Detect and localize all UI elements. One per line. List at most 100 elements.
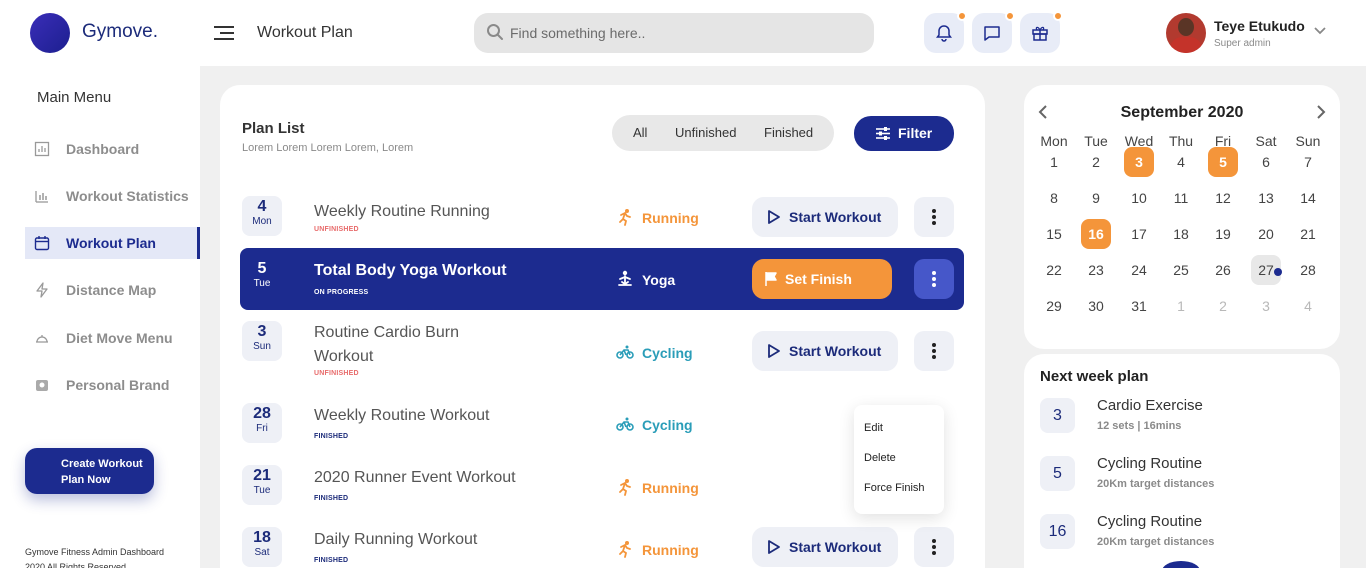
calendar-day[interactable]: 2 <box>1081 147 1111 177</box>
sidebar-item-workout-statistics[interactable]: Workout Statistics <box>25 180 200 212</box>
menu-item-edit[interactable]: Edit <box>864 422 883 434</box>
sidebar-item-diet-move-menu[interactable]: Diet Move Menu <box>25 322 200 354</box>
list-item[interactable]: 5 Cycling Routine 20Km target distances <box>1040 455 1330 496</box>
sidebar-item-label: Workout Plan <box>66 235 156 251</box>
calendar-day[interactable]: 24 <box>1124 255 1154 285</box>
calendar-day[interactable]: 1 <box>1166 291 1196 321</box>
status-badge: FINISHED <box>314 495 349 502</box>
list-item[interactable]: 16 Cycling Routine 20Km target distances <box>1040 513 1330 554</box>
sidebar-item-label: Diet Move Menu <box>66 330 173 346</box>
calendar-day[interactable]: 13 <box>1251 183 1281 213</box>
calendar-day[interactable]: 19 <box>1208 219 1238 249</box>
calendar-day[interactable]: 12 <box>1208 183 1238 213</box>
more-options-button[interactable] <box>914 197 954 237</box>
yoga-icon <box>618 270 632 286</box>
more-options-button[interactable] <box>914 527 954 567</box>
sidebar: Main Menu Dashboard Workout Statistics W… <box>0 66 200 568</box>
calendar-day[interactable]: 4 <box>1166 147 1196 177</box>
calendar-day[interactable]: 3 <box>1251 291 1281 321</box>
notifications-button[interactable] <box>924 11 967 53</box>
running-icon <box>619 479 631 496</box>
next-week-title: Next week plan <box>1040 368 1149 385</box>
calendar-day[interactable]: 17 <box>1124 219 1154 249</box>
menu-item-delete[interactable]: Delete <box>864 452 896 464</box>
table-row[interactable]: 4 Mon Weekly Routine Running UNFINISHED R… <box>240 186 964 248</box>
tab-finished[interactable]: Finished <box>764 125 813 140</box>
calendar-day[interactable]: 14 <box>1293 183 1323 213</box>
date-box: 18 Sat <box>242 527 282 567</box>
sidebar-item-personal-brand[interactable]: Personal Brand <box>25 369 200 401</box>
more-options-button[interactable] <box>914 331 954 371</box>
calendar-day[interactable]: 29 <box>1039 291 1069 321</box>
table-row[interactable]: 18 Sat Daily Running Workout FINISHED Run… <box>240 519 964 568</box>
tab-all[interactable]: All <box>633 125 647 140</box>
running-icon <box>619 541 631 558</box>
sidebar-item-label: Dashboard <box>66 141 140 157</box>
sidebar-item-workout-plan[interactable]: Workout Plan <box>25 227 200 259</box>
calendar-day[interactable]: 15 <box>1039 219 1069 249</box>
next-week-card: Next week plan 3 Cardio Exercise 12 sets… <box>1024 354 1340 568</box>
calendar-month-title: September 2020 <box>1120 104 1244 121</box>
date-box: 28 Fri <box>242 403 282 443</box>
footer-line-2: 2020 All Rights Reserved <box>25 562 127 568</box>
filter-button[interactable]: Filter <box>854 116 954 151</box>
calendar-day[interactable]: 10 <box>1124 183 1154 213</box>
calendar-day[interactable]: 5 <box>1208 147 1238 177</box>
flag-icon <box>765 272 777 286</box>
calendar-day[interactable]: 28 <box>1293 255 1323 285</box>
calendar-day[interactable]: 23 <box>1081 255 1111 285</box>
status-badge: UNFINISHED <box>314 370 359 377</box>
start-workout-button[interactable]: Start Workout <box>752 527 898 567</box>
row-options-menu: Edit Delete Force Finish <box>854 405 944 514</box>
tab-unfinished[interactable]: Unfinished <box>675 125 736 140</box>
calendar-day[interactable]: 11 <box>1166 183 1196 213</box>
table-row[interactable]: 5 Tue Total Body Yoga Workout ON PROGRESS… <box>240 248 964 310</box>
status-tabs: All Unfinished Finished <box>612 115 834 151</box>
menu-toggle-icon[interactable] <box>214 26 234 40</box>
status-badge: FINISHED <box>314 433 349 440</box>
sidebar-footer: Gymove Fitness Admin Dashboard 2020 All … <box>25 545 164 568</box>
menu-item-force-finish[interactable]: Force Finish <box>864 482 925 494</box>
calendar-day[interactable]: 9 <box>1081 183 1111 213</box>
activity-text: Running <box>642 210 699 226</box>
date-weekday: Sun <box>253 341 271 352</box>
calendar-day[interactable]: 21 <box>1293 219 1323 249</box>
messages-button[interactable] <box>972 11 1015 53</box>
page-title: Workout Plan <box>257 24 353 41</box>
start-workout-button[interactable]: Start Workout <box>752 197 898 237</box>
set-finish-button[interactable]: Set Finish <box>752 259 892 299</box>
calendar-day[interactable]: 25 <box>1166 255 1196 285</box>
start-workout-label: Start Workout <box>789 209 882 225</box>
table-row[interactable]: 3 Sun Routine Cardio Burn Workout UNFINIS… <box>240 321 964 383</box>
list-item[interactable]: 3 Cardio Exercise 12 sets | 16mins <box>1040 397 1330 438</box>
calendar-day[interactable]: 30 <box>1081 291 1111 321</box>
chevron-right-icon[interactable] <box>1316 105 1326 119</box>
gifts-button[interactable] <box>1020 11 1063 53</box>
sidebar-item-distance-map[interactable]: Distance Map <box>25 274 200 306</box>
calendar-day[interactable]: 1 <box>1039 147 1069 177</box>
avatar[interactable] <box>1166 13 1206 53</box>
calendar-day[interactable]: 3 <box>1124 147 1154 177</box>
calendar-day[interactable]: 18 <box>1166 219 1196 249</box>
calendar-day[interactable]: 26 <box>1208 255 1238 285</box>
calendar-day[interactable]: 2 <box>1208 291 1238 321</box>
more-options-button[interactable] <box>914 259 954 299</box>
plan-name: Cycling Routine <box>1097 513 1203 530</box>
calendar-day[interactable]: 22 <box>1039 255 1069 285</box>
sidebar-item-dashboard[interactable]: Dashboard <box>25 133 200 165</box>
calendar-day[interactable]: 6 <box>1251 147 1281 177</box>
start-workout-button[interactable]: Start Workout <box>752 331 898 371</box>
chevron-down-icon[interactable] <box>1314 26 1326 36</box>
calendar-day[interactable]: 4 <box>1293 291 1323 321</box>
date-box: 3 Sun <box>242 321 282 361</box>
message-dot <box>1005 11 1015 21</box>
calendar-day[interactable]: 7 <box>1293 147 1323 177</box>
create-workout-plan-button[interactable]: Create Workout Plan Now <box>25 448 154 494</box>
search-input[interactable] <box>510 13 860 53</box>
date-day: 28 <box>253 405 271 422</box>
calendar-day[interactable]: 20 <box>1251 219 1281 249</box>
calendar-day[interactable]: 16 <box>1081 219 1111 249</box>
plan-name: Cycling Routine <box>1097 455 1203 472</box>
calendar-day[interactable]: 31 <box>1124 291 1154 321</box>
calendar-day[interactable]: 8 <box>1039 183 1069 213</box>
